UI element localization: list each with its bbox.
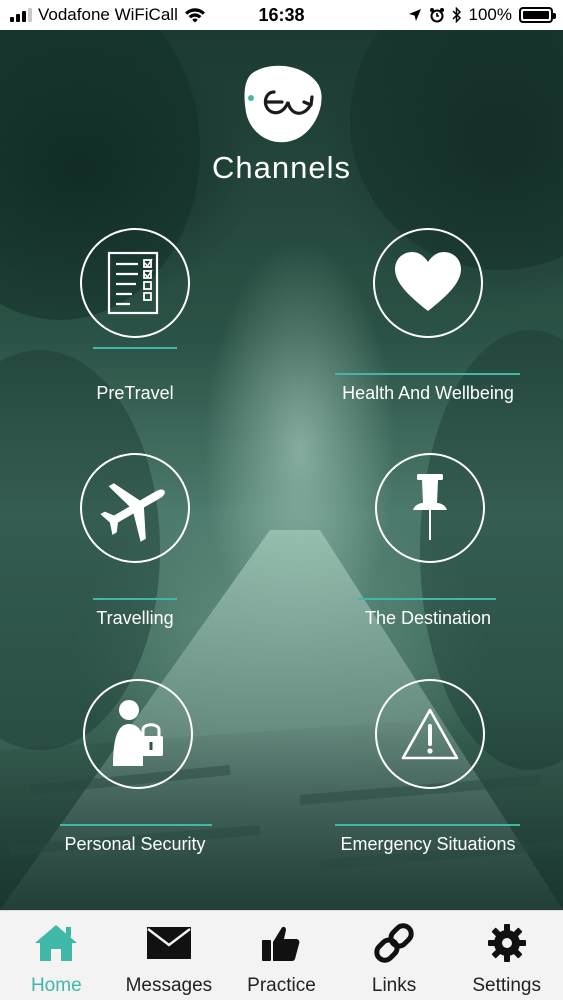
tab-label: Settings [472,975,541,996]
tab-bar: Home Messages Practice Links Settings [0,910,563,1000]
channel-pretravel[interactable]: PreTravel [25,225,245,425]
channel-divider [358,598,496,600]
channel-health-and-wellbeing[interactable]: Health And Wellbeing [318,225,538,425]
channel-icon-circle [80,228,190,338]
tab-practice[interactable]: Practice [225,911,338,1000]
battery-icon [519,7,556,23]
home-icon [33,921,79,965]
channel-emergency-situations[interactable]: Emergency Situations [318,676,538,876]
channel-label: Travelling [96,608,174,628]
bluetooth-icon [451,7,461,23]
channel-personal-security[interactable]: Personal Security [25,676,245,876]
channel-icon-circle [373,228,483,338]
tab-messages[interactable]: Messages [113,911,226,1000]
tab-label: Links [371,975,417,996]
channel-the-destination[interactable]: The Destination [318,450,538,650]
location-arrow-icon [408,9,421,21]
channel-label: Health And Wellbeing [342,383,514,403]
person-lock-icon [113,700,163,766]
tab-label: Home [30,975,82,996]
channel-icon-circle [375,453,485,563]
tab-home[interactable]: Home [0,911,113,1000]
battery-percent: 100% [468,5,512,24]
pushpin-icon [413,474,447,540]
channel-label: PreTravel [96,383,174,403]
thumbs-up-icon [258,921,304,965]
link-icon [371,921,417,965]
warning-icon [401,708,459,760]
channel-label: Emergency Situations [340,834,516,854]
checklist-icon [107,251,159,315]
channel-divider [335,824,520,826]
gear-icon [484,921,530,965]
channel-travelling[interactable]: Travelling [25,450,245,650]
airplane-icon [100,483,165,542]
page-title: Channels [212,150,351,185]
envelope-icon [146,921,192,965]
channel-divider [93,347,177,349]
app-logo [244,65,322,143]
channel-label: Personal Security [64,834,206,854]
channel-icon-circle [80,453,190,563]
alarm-icon [429,8,444,23]
tab-label: Practice [247,975,316,996]
channel-label: The Destination [364,608,492,628]
status-bar: Vodafone WiFiCall 16:38 100% [0,0,563,30]
tab-settings[interactable]: Settings [450,911,563,1000]
channel-divider [335,373,520,375]
tab-links[interactable]: Links [338,911,451,1000]
channel-icon-circle [83,679,193,789]
channel-icon-circle [375,679,485,789]
heart-icon [395,252,461,311]
tab-label: Messages [125,975,213,996]
status-right: 100% [408,5,556,25]
channel-divider [60,824,212,826]
channel-divider [93,598,177,600]
